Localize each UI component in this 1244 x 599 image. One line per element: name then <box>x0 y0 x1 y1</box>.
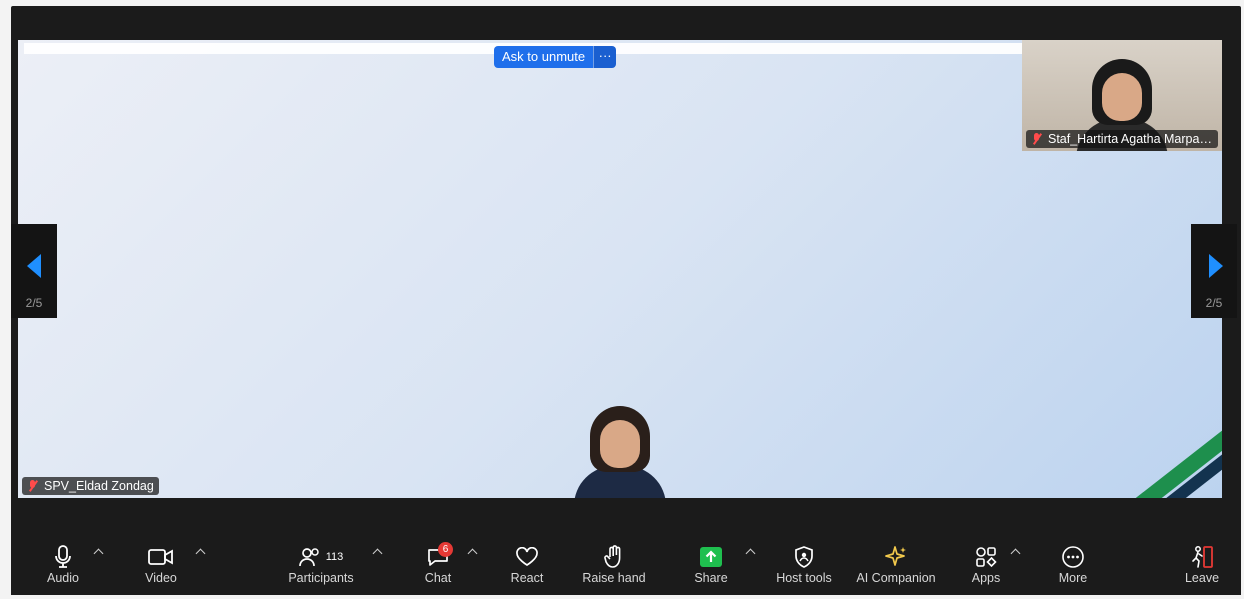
raise-hand-button[interactable]: Raise hand <box>579 544 649 594</box>
video-button[interactable]: Video <box>131 544 191 594</box>
audio-options-caret-icon[interactable] <box>93 548 104 559</box>
video-options-caret-icon[interactable] <box>195 548 206 559</box>
participant-tile[interactable]: Staf_Hartirta Agatha Marpau... <box>1021 40 1222 151</box>
participants-icon: 113 <box>281 544 361 570</box>
participant-name: Staf_Hartirta Agatha Marpau... <box>1047 132 1217 146</box>
microphone-icon <box>33 544 93 570</box>
muted-mic-icon <box>1032 133 1042 145</box>
ask-to-unmute-button[interactable]: Ask to unmute <box>494 46 594 68</box>
share-label: Share <box>694 571 728 585</box>
apps-icon <box>964 544 1008 570</box>
participants-options-caret-icon[interactable] <box>372 548 383 559</box>
more-label: More <box>1058 571 1088 585</box>
react-label: React <box>510 571 544 585</box>
participant-name-label: Staf_Hartirta Agatha Marpau... <box>1025 130 1218 148</box>
meeting-toolbar: Audio Video 113 Participants 6 Chat Reac… <box>11 540 1241 595</box>
apps-button[interactable]: Apps <box>964 544 1008 594</box>
participants-label: Participants <box>288 571 354 585</box>
chat-icon: 6 <box>416 542 460 570</box>
share-button[interactable]: Share <box>689 544 733 594</box>
apps-label: Apps <box>971 571 1001 585</box>
video-label: Video <box>145 571 177 585</box>
participant-name-label: SPV_Eldad Zondag <box>22 477 159 495</box>
chat-options-caret-icon[interactable] <box>467 548 478 559</box>
heart-icon <box>505 544 549 570</box>
audio-button[interactable]: Audio <box>33 544 93 594</box>
audio-label: Audio <box>47 571 79 585</box>
more-dots-icon <box>1051 544 1095 570</box>
chat-label: Chat <box>424 571 452 585</box>
muted-mic-icon <box>28 480 38 492</box>
page-indicator-left: 2/5 <box>25 296 43 310</box>
ai-companion-label: AI Companion <box>856 571 936 585</box>
tile-options-button[interactable]: ··· <box>593 46 617 68</box>
participants-button[interactable]: 113 Participants <box>281 544 361 594</box>
chat-button[interactable]: 6 Chat <box>416 542 460 594</box>
page-indicator-right: 2/5 <box>1205 296 1223 310</box>
leave-icon <box>1180 544 1224 570</box>
sparkle-icon <box>853 544 939 570</box>
leave-button[interactable]: Leave <box>1180 544 1224 594</box>
ai-companion-button[interactable]: AI Companion <box>853 544 939 594</box>
previous-page-button[interactable]: 2/5 <box>11 224 57 318</box>
raise-hand-label: Raise hand <box>582 571 646 585</box>
video-gallery: Staff SDM CitraStaf_SDM_nurliaSPV_Andi N… <box>18 40 1222 498</box>
participant-count: 113 <box>325 551 344 563</box>
video-camera-icon <box>131 544 191 570</box>
more-button[interactable]: More <box>1051 544 1095 594</box>
leave-label: Leave <box>1184 571 1220 585</box>
share-options-caret-icon[interactable] <box>745 548 756 559</box>
shield-icon <box>771 544 837 570</box>
ask-to-unmute-control[interactable]: Ask to unmute ··· <box>494 46 617 68</box>
share-arrow-icon <box>689 544 733 570</box>
apps-options-caret-icon[interactable] <box>1010 548 1021 559</box>
next-page-button[interactable]: 2/5 <box>1191 224 1237 318</box>
participant-name: SPV_Eldad Zondag <box>44 479 154 493</box>
chat-unread-badge: 6 <box>438 542 453 557</box>
react-button[interactable]: React <box>505 544 549 594</box>
hand-icon <box>579 544 649 570</box>
participant-video <box>560 398 680 498</box>
arrow-right-icon <box>1209 254 1223 278</box>
host-tools-button[interactable]: Host tools <box>771 544 837 594</box>
arrow-left-icon <box>27 254 41 278</box>
host-tools-label: Host tools <box>776 571 832 585</box>
